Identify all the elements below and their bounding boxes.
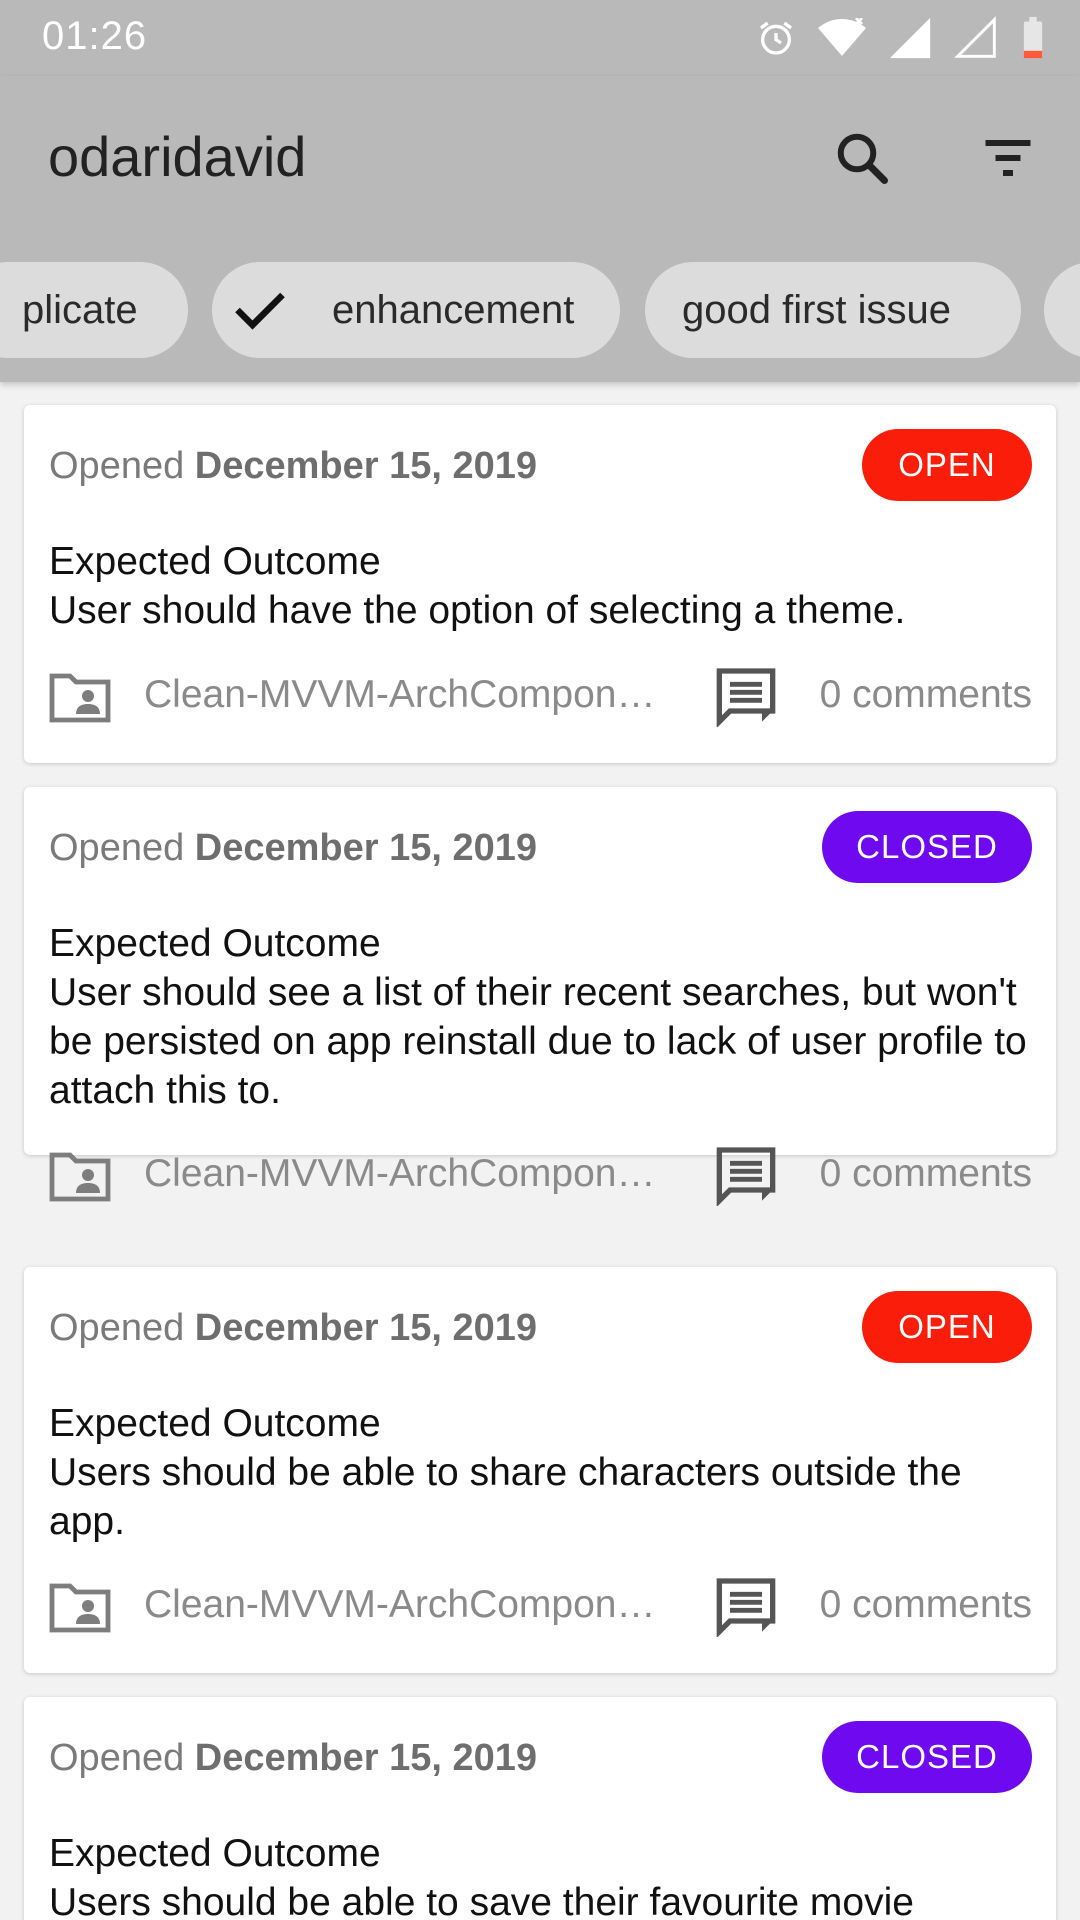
repo-name: Clean-MVVM-ArchComponents [144,1583,674,1626]
issue-body: Expected Outcome User should have the op… [49,540,906,632]
chip-label: enhancement [332,287,575,332]
chip-duplicate[interactable]: plicate [0,262,188,358]
comment-count: 0 comments [819,673,1032,716]
repo-folder-icon [49,1152,111,1202]
comment-count: 0 comments [819,1583,1032,1626]
issue-date: December 15, 2019 [194,445,538,487]
comment-icon [716,1147,776,1206]
search-button[interactable] [814,110,910,206]
opened-date: Opened December 15, 2019 [49,827,537,870]
search-icon [837,133,888,184]
issue-card[interactable]: Opened December 15, 2019 CLOSED Expected… [24,787,1056,1206]
issue-body: Expected Outcome Users should be able to… [49,1402,962,1543]
status-badge: OPEN [862,429,1032,501]
opened-date: Opened December 15, 2019 [49,1737,537,1780]
repo-folder-icon [49,673,111,723]
filter-icon [985,140,1031,176]
chip-label: plicate [22,287,138,332]
repo-folder-icon [49,1583,111,1633]
repo-name: Clean-MVVM-ArchComponents [144,673,674,716]
opened-date: Opened December 15, 2019 [49,1307,537,1350]
chip-next[interactable] [1044,262,1080,358]
chip-label: good first issue [682,287,952,332]
signal-icon [889,17,931,59]
issue-date: December 15, 2019 [194,827,538,869]
check-icon [235,292,285,330]
issue-card[interactable]: Opened December 15, 2019 OPEN Expected O… [24,405,1056,763]
battery-low-icon [1023,16,1043,59]
filter-button[interactable] [960,110,1056,206]
issue-meta: Clean-MVVM-ArchComponents 0 comments [24,663,1056,733]
comment-icon [716,668,776,727]
issue-body: Expected Outcome Users should be able to… [49,1832,914,1920]
chip-good-first-issue[interactable]: good first issue [645,262,1021,358]
issue-date: December 15, 2019 [194,1307,538,1349]
opened-label: Opened [49,1307,185,1349]
issue-date: December 15, 2019 [194,1737,538,1779]
issue-meta: Clean-MVVM-ArchComponents 0 comments [24,1142,1056,1212]
status-icons [756,14,1046,62]
opened-label: Opened [49,827,185,869]
opened-date: Opened December 15, 2019 [49,445,537,488]
wifi-icon [818,18,866,56]
issue-body: Expected Outcome User should see a list … [49,922,1027,1112]
issue-list: Opened December 15, 2019 OPEN Expected O… [0,382,1080,1920]
chip-enhancement[interactable]: enhancement [212,262,620,358]
status-badge: OPEN [862,1291,1032,1363]
repo-name: Clean-MVVM-ArchComponents [144,1152,674,1195]
comment-icon [716,1578,776,1637]
app-bar: odaridavid plicate enhancement good firs… [0,76,1080,382]
opened-label: Opened [49,1737,185,1779]
page-title: odaridavid [48,125,307,188]
comment-count: 0 comments [819,1152,1032,1195]
status-bar: 01:26 [0,0,1080,76]
issue-meta: Clean-MVVM-ArchComponents 0 comments [24,1573,1056,1643]
issue-card[interactable]: Opened December 15, 2019 OPEN Expected O… [24,1267,1056,1673]
status-time: 01:26 [42,14,148,58]
signal-empty-icon [954,16,996,58]
label-chips: plicate enhancement good first issue [0,262,1080,362]
alarm-icon [760,21,792,55]
issue-card[interactable]: Opened December 15, 2019 CLOSED Expected… [24,1697,1056,1920]
opened-label: Opened [49,445,185,487]
status-badge: CLOSED [822,811,1032,883]
status-badge: CLOSED [822,1721,1032,1793]
